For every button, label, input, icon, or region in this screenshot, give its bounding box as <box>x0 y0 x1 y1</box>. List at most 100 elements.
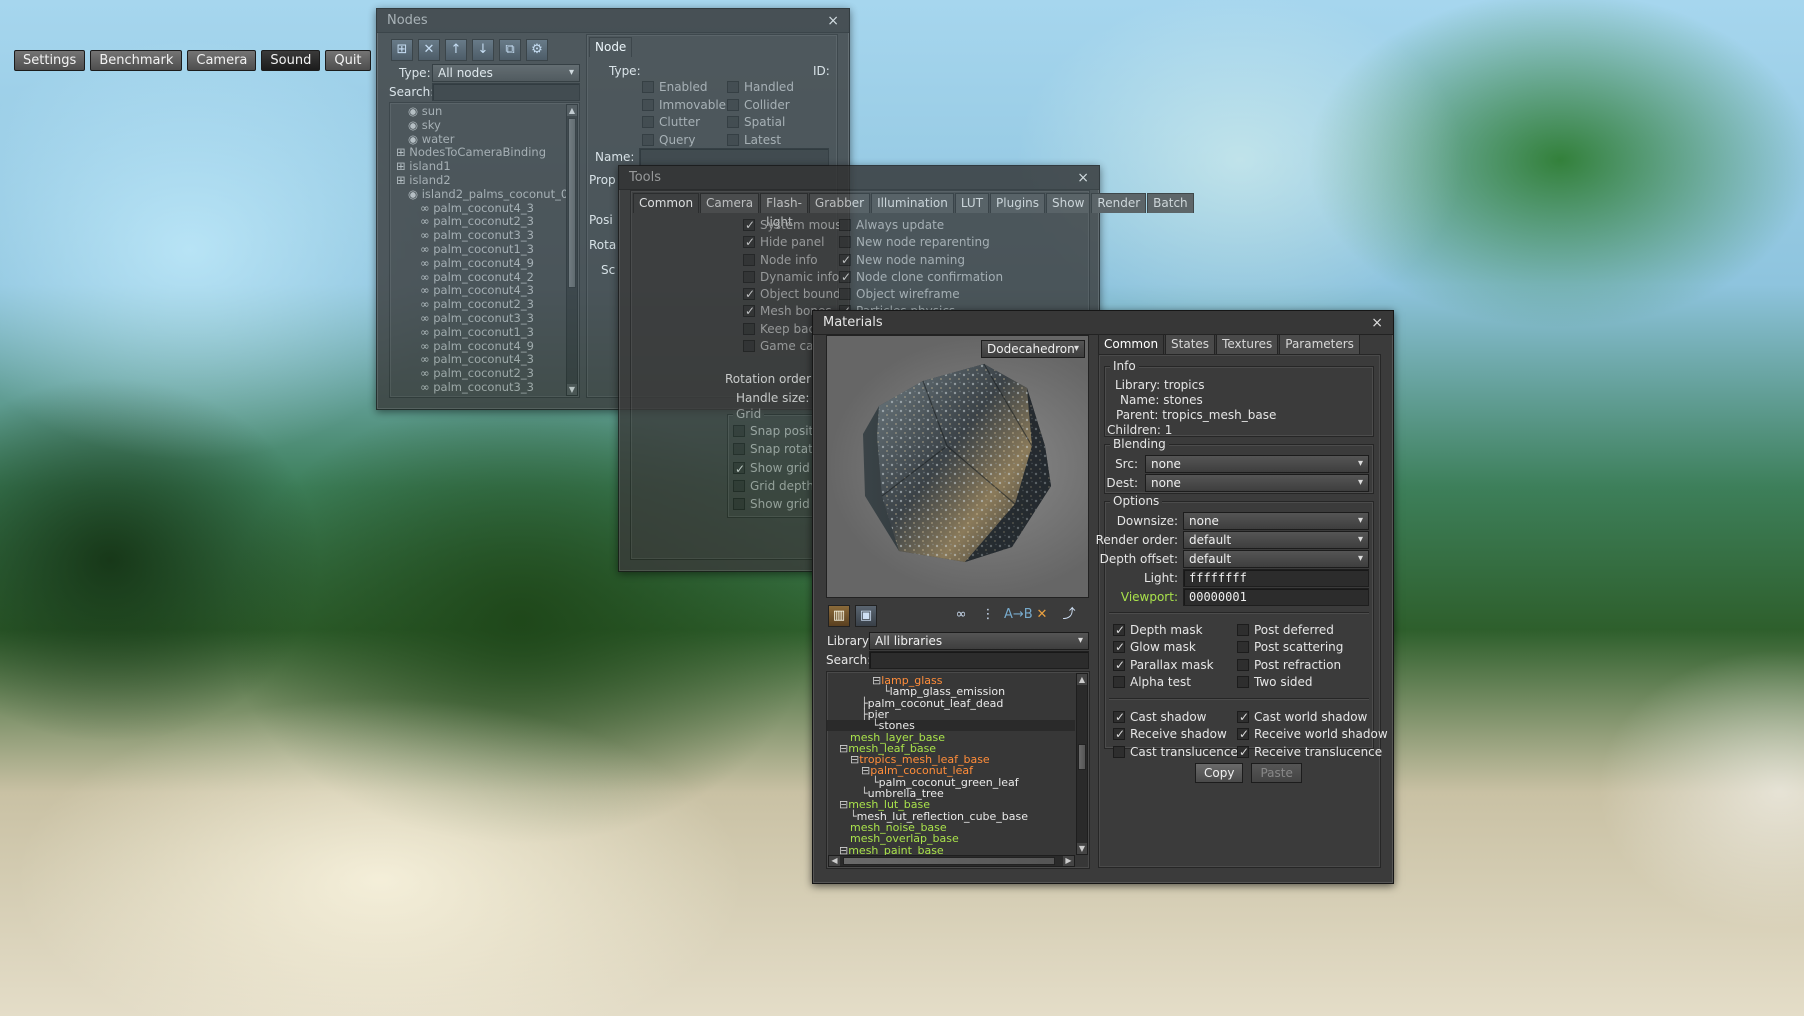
checkbox[interactable] <box>1113 745 1125 758</box>
camera-button[interactable]: Camera <box>187 50 257 71</box>
checkbox[interactable] <box>839 252 851 269</box>
node-tree-item[interactable]: ∞ palm_coconut4_3 <box>392 283 562 298</box>
checkbox[interactable] <box>642 98 654 111</box>
collapse-icon[interactable]: ⊟ <box>872 674 881 687</box>
material-option-row[interactable]: Depth mask <box>1113 622 1214 639</box>
materials-search-input[interactable] <box>869 651 1089 669</box>
node-flag-row[interactable]: Clutter <box>642 114 726 132</box>
hierarchy-icon[interactable]: ⋮ <box>977 605 999 627</box>
move-down-icon[interactable]: ↓ <box>472 39 494 61</box>
tools-option-row[interactable]: Hide panel <box>743 234 849 252</box>
tools-option-row[interactable]: New node naming <box>839 252 1003 269</box>
checkbox[interactable] <box>743 340 755 353</box>
benchmark-button[interactable]: Benchmark <box>90 50 183 71</box>
clone-icon[interactable]: ⤴ <box>1058 605 1080 627</box>
checkbox[interactable] <box>743 303 755 321</box>
checkbox[interactable] <box>642 81 654 93</box>
materials-tree-hscrollbar[interactable]: ◀ ▶ <box>828 855 1075 867</box>
library-combo[interactable]: All libraries <box>869 632 1089 650</box>
node-tree-item[interactable]: ∞ palm_coconut4_3 <box>392 352 562 367</box>
material-option-row[interactable]: Post scattering <box>1237 639 1343 656</box>
node-tree-item[interactable]: ∞ palm_coconut2_3 <box>392 297 562 312</box>
edit-node-icon[interactable]: ⚙ <box>526 39 548 61</box>
tab-textures[interactable]: Textures <box>1216 334 1279 354</box>
downsize-combo[interactable]: none <box>1183 512 1369 530</box>
clone-node-icon[interactable]: ⧉ <box>499 39 521 61</box>
material-tree-item[interactable]: ├palm_coconut_leaf_dead <box>827 697 1003 709</box>
scroll-down-icon[interactable]: ▼ <box>1077 843 1087 854</box>
materials-scroll-thumb[interactable] <box>1078 744 1086 770</box>
scroll-down-icon[interactable]: ▼ <box>567 384 577 395</box>
nodes-search-input[interactable] <box>432 83 580 101</box>
checkbox[interactable] <box>743 286 755 303</box>
collapse-icon[interactable]: ⊟ <box>839 742 848 755</box>
node-flag-row[interactable]: Spatial <box>727 114 794 132</box>
node-tree-item[interactable]: ∞ palm_coconut3_3 <box>392 228 562 243</box>
scroll-left-icon[interactable]: ◀ <box>829 856 840 866</box>
nodes-type-combo[interactable]: All nodes <box>432 64 580 82</box>
checkbox[interactable] <box>1237 675 1249 688</box>
material-preview[interactable]: Dodecahedron <box>826 335 1089 598</box>
checkbox[interactable] <box>1113 639 1125 657</box>
node-tree-item[interactable]: ⊞ NodesToCameraBinding <box>392 145 562 160</box>
viewport-input[interactable]: 00000001 <box>1183 588 1369 606</box>
checkbox[interactable] <box>642 133 654 146</box>
materials-close-button[interactable]: × <box>1371 315 1383 331</box>
checkbox[interactable] <box>743 270 755 283</box>
material-option-row[interactable]: Cast translucence <box>1113 744 1238 761</box>
node-tree-item[interactable]: ∞ palm_coconut3_3 <box>392 311 562 326</box>
tools-tab-grabber[interactable]: Grabber <box>808 193 871 213</box>
remove-node-icon[interactable]: ✕ <box>418 39 440 61</box>
preview-shape-combo[interactable]: Dodecahedron <box>981 340 1085 358</box>
save-icon[interactable]: ▣ <box>855 605 877 627</box>
checkbox[interactable] <box>1237 744 1249 761</box>
checkbox[interactable] <box>839 288 851 301</box>
tools-option-row[interactable]: New node reparenting <box>839 234 1003 251</box>
materials-hscroll-thumb[interactable] <box>843 857 1055 865</box>
move-up-icon[interactable]: ↑ <box>445 39 467 61</box>
node-tree-item[interactable]: ∞ palm_coconut3_3 <box>392 380 562 395</box>
nodes-close-button[interactable]: × <box>827 13 839 29</box>
tools-tab-lut[interactable]: LUT <box>954 193 990 213</box>
checkbox[interactable] <box>733 443 745 456</box>
tools-tab-batch[interactable]: Batch <box>1147 193 1194 213</box>
material-option-row[interactable]: Glow mask <box>1113 639 1214 657</box>
checkbox[interactable] <box>733 460 745 478</box>
material-option-row[interactable]: Two sided <box>1237 674 1343 691</box>
light-input[interactable]: ffffffff <box>1183 569 1369 587</box>
tab-parameters[interactable]: Parameters <box>1279 334 1360 354</box>
node-tree-item[interactable]: ∞ palm_coconut1_3 <box>392 325 562 340</box>
checkbox[interactable] <box>1237 709 1249 726</box>
node-tree-item[interactable]: ⊞ island2 <box>392 173 562 188</box>
materials-titlebar[interactable]: Materials × <box>813 311 1393 335</box>
collapse-icon[interactable]: ⊟ <box>850 753 859 766</box>
node-tree-item[interactable]: ◉ sun <box>392 104 562 119</box>
nodes-tree-scrollbar[interactable]: ▲ ▼ <box>566 104 578 396</box>
delete-icon[interactable]: ✕ <box>1031 605 1053 627</box>
tools-option-row[interactable]: Node info <box>743 252 849 269</box>
tools-tab-plugins[interactable]: Plugins <box>990 193 1046 213</box>
blend-src-combo[interactable]: none <box>1145 455 1369 473</box>
node-tree-item[interactable]: ∞ palm_coconut4_9 <box>392 256 562 271</box>
nodes-titlebar[interactable]: Nodes × <box>377 9 849 33</box>
tools-option-row[interactable]: Object bounds <box>743 286 849 303</box>
material-option-row[interactable]: Post refraction <box>1237 657 1343 674</box>
blend-dest-combo[interactable]: none <box>1145 474 1369 492</box>
node-flag-row[interactable]: Latest <box>727 132 794 150</box>
checkbox[interactable] <box>733 425 745 437</box>
collapse-icon[interactable]: ⊟ <box>861 764 870 777</box>
node-name-input[interactable] <box>639 148 829 166</box>
checkbox[interactable] <box>1113 726 1125 744</box>
node-tree-item[interactable]: ◉ island2_palms_coconut_0 <box>392 187 568 202</box>
node-tree-item[interactable]: ∞ palm_coconut4_2 <box>392 270 562 285</box>
material-option-row[interactable]: Cast world shadow <box>1237 709 1388 726</box>
material-option-row[interactable]: Cast shadow <box>1113 709 1238 726</box>
checkbox[interactable] <box>743 253 755 266</box>
checkbox[interactable] <box>1237 641 1249 654</box>
checkbox[interactable] <box>1113 675 1125 688</box>
tab-node[interactable]: Node <box>589 37 633 57</box>
scroll-up-icon[interactable]: ▲ <box>567 105 577 116</box>
node-tree-item[interactable]: ◉ water <box>392 132 562 147</box>
tools-option-row[interactable]: System mouse <box>743 217 849 234</box>
checkbox[interactable] <box>743 234 755 252</box>
